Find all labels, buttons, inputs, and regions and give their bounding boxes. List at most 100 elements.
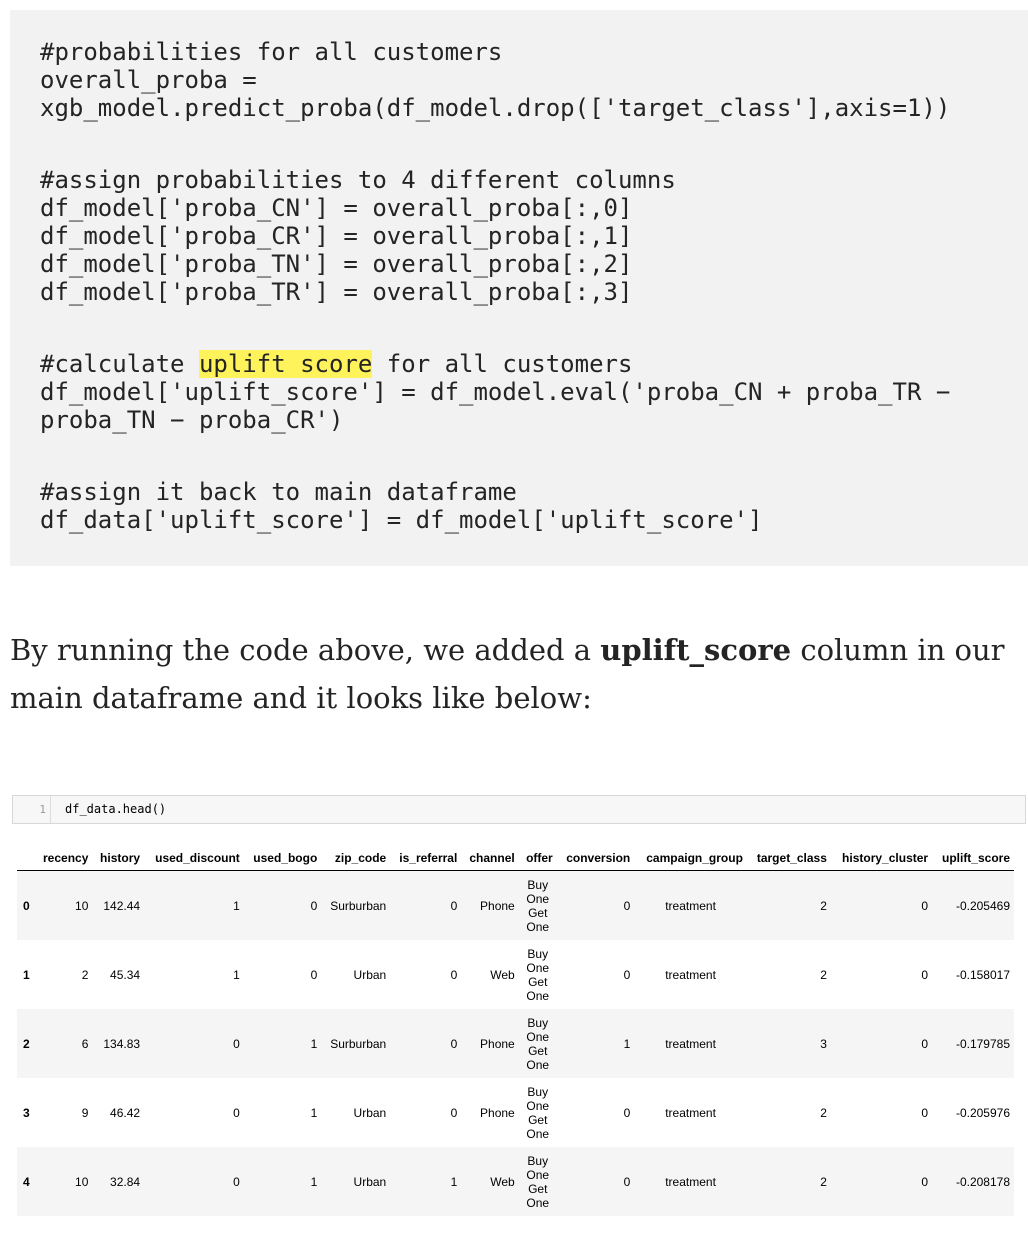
column-header xyxy=(17,846,35,871)
table-cell: Buy One Get One xyxy=(526,1084,550,1141)
table-cell: 1 xyxy=(450,1174,458,1189)
row-index: 1 xyxy=(23,967,30,982)
table-header-row: recency history used_discount used_bogo zip_… xyxy=(17,846,1014,871)
table-cell: 2 xyxy=(820,967,827,982)
table-cell: 10 xyxy=(75,1174,89,1189)
table-cell: treatment xyxy=(665,1174,716,1189)
row-index: 4 xyxy=(23,1174,30,1189)
table-cell: 0 xyxy=(921,967,929,982)
table-row: 1 2 45.34 1 0 Urban 0 Web Buy One Get One 0 treatm… xyxy=(17,940,1014,1009)
column-header: is_referral xyxy=(390,846,462,871)
code-block: #probabilities for all customers overall… xyxy=(10,10,1028,566)
column-header: channel xyxy=(461,846,519,871)
cell-code[interactable]: df_data.head() xyxy=(65,796,166,823)
table-row: 3 9 46.42 0 1 Urban 0 Phone Buy One Get One 0 trea… xyxy=(17,1078,1014,1147)
table-cell: 0 xyxy=(450,967,458,982)
table-cell: 0 xyxy=(623,1105,631,1120)
code-line: overall_proba = xyxy=(40,66,257,94)
table-cell: 1 xyxy=(310,1174,318,1189)
column-header: zip_code xyxy=(321,846,391,871)
table-cell: Buy One Get One xyxy=(526,1015,550,1072)
table-cell: 2 xyxy=(820,1105,827,1120)
table-cell: Web xyxy=(490,967,515,982)
table-cell: Urban xyxy=(353,1174,387,1189)
column-header: target_class xyxy=(746,846,831,871)
table-cell: -0.205976 xyxy=(955,1105,1010,1120)
table-cell: 0 xyxy=(623,967,631,982)
table-cell: Buy One Get One xyxy=(526,1153,550,1210)
table-cell: 45.34 xyxy=(110,967,141,982)
table-cell: 0 xyxy=(921,1036,929,1051)
column-header: used_discount xyxy=(144,846,244,871)
table-cell: 142.44 xyxy=(103,898,141,913)
paragraph-text: By running the code above, we added a xyxy=(10,633,601,667)
row-index: 3 xyxy=(23,1105,30,1120)
notebook-input-cell[interactable]: 1 df_data.head() xyxy=(12,795,1026,824)
table-cell: 9 xyxy=(81,1105,89,1120)
table-cell: 0 xyxy=(921,898,929,913)
table-cell: 3 xyxy=(820,1036,827,1051)
table-row: 0 10 142.44 1 0 Surburban 0 Phone Buy One Get On… xyxy=(17,870,1014,940)
table-cell: 2 xyxy=(820,1174,827,1189)
table-cell: -0.205469 xyxy=(955,898,1010,913)
column-header: history_cluster xyxy=(830,846,933,871)
table-cell: treatment xyxy=(665,898,716,913)
table-cell: 2 xyxy=(81,967,89,982)
table-cell: Buy One Get One xyxy=(526,946,550,1003)
table-cell: Phone xyxy=(480,1105,515,1120)
table-cell: Urban xyxy=(353,1105,387,1120)
table-cell: 0 xyxy=(921,1105,929,1120)
table-cell: -0.208178 xyxy=(955,1174,1010,1189)
code-line: df_model['proba_CN'] = overall_proba[:,0… xyxy=(40,194,633,222)
code-line: #assign probabilities to 4 different col… xyxy=(40,166,676,194)
table-cell: 32.84 xyxy=(110,1174,141,1189)
table-cell: 2 xyxy=(820,898,827,913)
column-header: recency xyxy=(34,846,93,871)
table-cell: 6 xyxy=(81,1036,89,1051)
code-line: proba_TN − proba_CR') xyxy=(40,406,344,434)
column-header: offer xyxy=(518,846,557,871)
code-line: #assign it back to main dataframe xyxy=(40,478,517,506)
cell-line-number: 1 xyxy=(13,796,51,823)
table-cell: Phone xyxy=(480,898,515,913)
table-row: 2 6 134.83 0 1 Surburban 0 Phone Buy One Get One… xyxy=(17,1009,1014,1078)
code-text: #calculate xyxy=(40,350,199,378)
table-cell: -0.179785 xyxy=(955,1036,1010,1051)
table-cell: treatment xyxy=(665,1105,716,1120)
table-cell: Phone xyxy=(480,1036,515,1051)
code-line: df_model['proba_CR'] = overall_proba[:,1… xyxy=(40,222,633,250)
table-cell: 0 xyxy=(450,1036,458,1051)
row-index: 2 xyxy=(23,1036,30,1051)
table-cell: 46.42 xyxy=(110,1105,141,1120)
code-line: xgb_model.predict_proba(df_model.drop(['… xyxy=(40,94,951,122)
code-line: df_model['uplift_score'] = df_model.eval… xyxy=(40,378,951,406)
table-cell: 0 xyxy=(450,1105,458,1120)
table-cell: Surburban xyxy=(330,1036,387,1051)
table-cell: 0 xyxy=(233,1036,240,1051)
table-cell: 0 xyxy=(623,1174,631,1189)
table-cell: 0 xyxy=(233,1105,240,1120)
table-cell: Web xyxy=(490,1174,515,1189)
dataframe-table: recency history used_discount used_bogo zip_… xyxy=(17,846,1014,1216)
table-cell: 1 xyxy=(233,967,240,982)
row-index: 0 xyxy=(23,898,30,913)
table-cell: treatment xyxy=(665,1036,716,1051)
column-header: history xyxy=(92,846,145,871)
table-cell: 134.83 xyxy=(103,1036,141,1051)
code-line: df_model['proba_TR'] = overall_proba[:,3… xyxy=(40,278,633,306)
highlighted-text: uplift score xyxy=(198,350,373,378)
table-cell: treatment xyxy=(665,967,716,982)
table-cell: 0 xyxy=(623,898,631,913)
code-line: df_model['proba_TN'] = overall_proba[:,2… xyxy=(40,250,633,278)
table-cell: 0 xyxy=(450,898,458,913)
column-header: conversion xyxy=(556,846,635,871)
column-header: campaign_group xyxy=(634,846,747,871)
column-header: used_bogo xyxy=(243,846,322,871)
paragraph-bold: uplift_score xyxy=(600,633,792,667)
code-text: for all customers xyxy=(372,350,633,378)
table-cell: 0 xyxy=(310,898,318,913)
table-cell: Buy One Get One xyxy=(526,877,550,934)
code-line-highlighted: #calculate uplift score for all customer… xyxy=(40,350,632,378)
paragraph: By running the code above, we added a up… xyxy=(10,626,1010,722)
table-cell: -0.158017 xyxy=(955,967,1010,982)
